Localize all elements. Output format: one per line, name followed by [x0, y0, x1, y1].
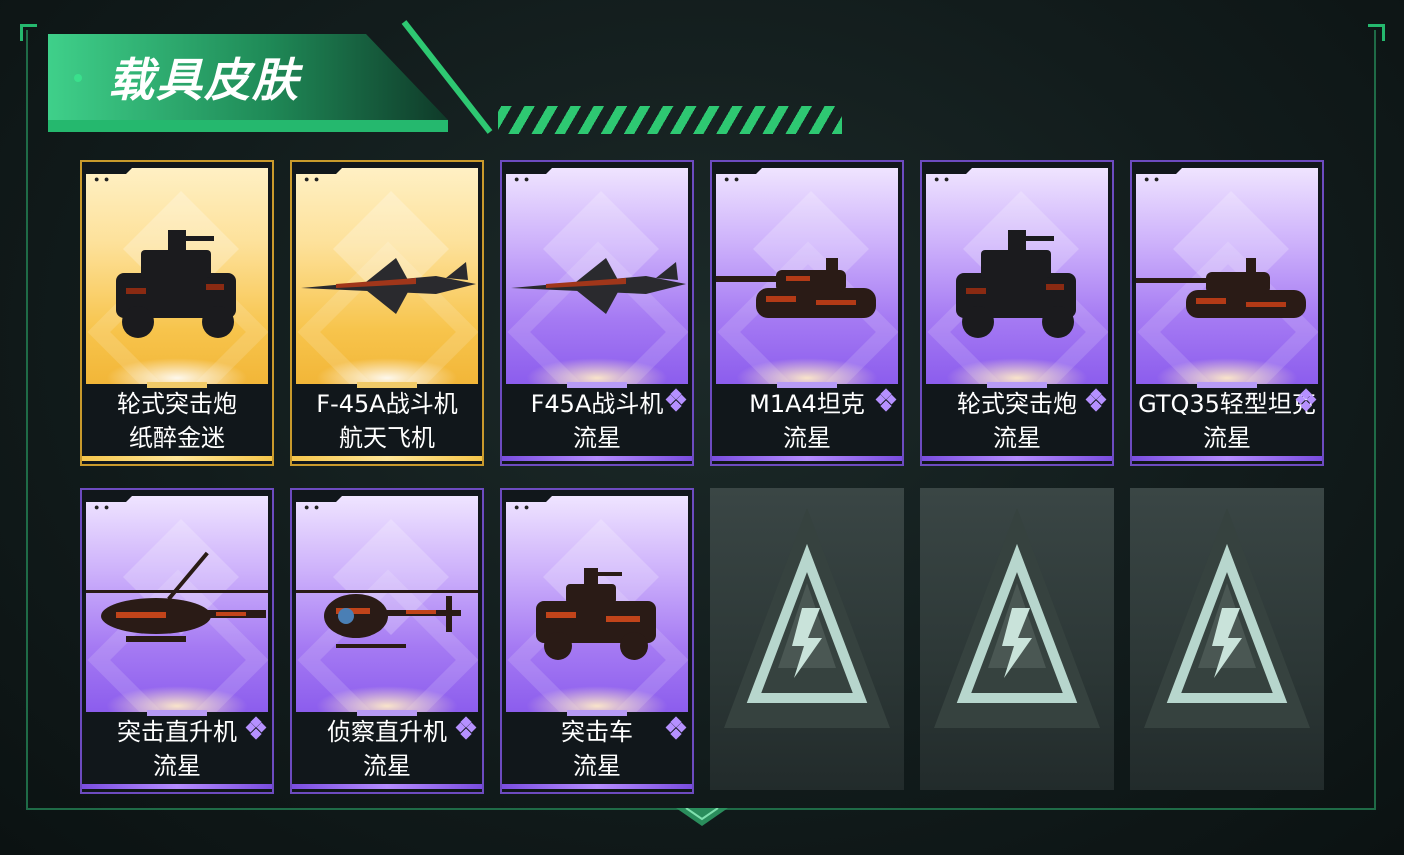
skin-name: 纸醉金迷 — [129, 424, 225, 452]
skin-name: 流星 — [153, 752, 201, 780]
card-dots-icon: ● ● — [94, 174, 111, 184]
rarity-diamond-icon — [875, 388, 897, 412]
card-art — [86, 496, 268, 712]
card-tab-decoration — [147, 382, 207, 388]
card-art — [296, 168, 478, 384]
card-art — [506, 168, 688, 384]
card-art — [926, 168, 1108, 384]
armored-car-icon — [116, 230, 236, 338]
rarity-bar — [82, 456, 272, 461]
rarity-diamond-icon — [665, 388, 687, 412]
card-tab-decoration — [1197, 382, 1257, 388]
card-dots-icon: ● ● — [934, 174, 951, 184]
rarity-bar — [502, 784, 692, 789]
vehicle-skin-card[interactable]: ● ● 轮式突击炮纸醉金迷 — [80, 160, 274, 466]
vehicle-skin-card[interactable]: ● ● 突击直升机 流星 — [80, 488, 274, 794]
card-art — [506, 496, 688, 712]
card-tab-decoration — [357, 382, 417, 388]
card-dots-icon: ● ● — [304, 502, 321, 512]
rarity-bar — [1132, 456, 1322, 461]
card-dots-icon: ● ● — [94, 502, 111, 512]
armored-car-icon — [956, 230, 1076, 338]
skin-name: 流星 — [1203, 424, 1251, 452]
vehicle-skin-card[interactable]: ● ● 突击车 流星 — [500, 488, 694, 794]
header-dot-icon — [74, 74, 82, 82]
rarity-bar — [922, 456, 1112, 461]
tank-icon — [716, 258, 876, 318]
card-tab-decoration — [987, 382, 1047, 388]
attack-helicopter-icon — [86, 551, 268, 642]
rarity-diamond-icon — [1085, 388, 1107, 412]
card-art — [86, 168, 268, 384]
card-dots-icon: ● ● — [724, 174, 741, 184]
rarity-bar — [292, 784, 482, 789]
frame-corner-top-right — [1368, 24, 1385, 41]
skin-name: 流星 — [573, 424, 621, 452]
card-dots-icon: ● ● — [514, 502, 531, 512]
card-tab-decoration — [777, 382, 837, 388]
frame-left-border — [26, 30, 28, 810]
skin-name: 流星 — [363, 752, 411, 780]
locked-emblem-icon — [934, 508, 1100, 728]
empty-slot — [710, 488, 904, 790]
vehicle-name: 轮式突击炮 — [117, 390, 237, 418]
card-art — [296, 496, 478, 712]
vehicle-skin-card[interactable]: ● ● F45A战斗机 流星 — [500, 160, 694, 466]
card-tab-decoration — [357, 710, 417, 716]
vehicle-name: F-45A战斗机 — [316, 390, 458, 418]
card-tab-decoration — [567, 710, 627, 716]
card-dots-icon: ● ● — [304, 174, 321, 184]
rarity-bar — [82, 784, 272, 789]
assault-vehicle-icon — [536, 568, 656, 660]
rarity-diamond-icon — [665, 716, 687, 740]
rarity-bar — [712, 456, 902, 461]
page-title: 载具皮肤 — [108, 53, 300, 107]
locked-emblem-icon — [1144, 508, 1310, 728]
empty-slot — [1130, 488, 1324, 790]
vehicle-skin-card[interactable]: ● ● GTQ35轻型坦克 流星 — [1130, 160, 1324, 466]
skin-name: 流星 — [993, 424, 1041, 452]
light-tank-icon — [1136, 258, 1306, 318]
vehicle-skin-card[interactable]: ● ● F-45A战斗机 航天飞机 — [290, 160, 484, 466]
empty-slot — [920, 488, 1114, 790]
card-tab-decoration — [147, 710, 207, 716]
rarity-diamond-icon — [1295, 388, 1317, 412]
card-art — [716, 168, 898, 384]
vehicle-skin-card[interactable]: ● ● M1A4坦克 流星 — [710, 160, 904, 466]
skin-name: 流星 — [783, 424, 831, 452]
locked-emblem-icon — [724, 508, 890, 728]
frame-corner-top-left — [20, 24, 37, 41]
skin-name: 流星 — [573, 752, 621, 780]
rarity-bar — [292, 456, 482, 461]
rarity-diamond-icon — [245, 716, 267, 740]
vehicle-skin-card[interactable]: ● ● 侦察直升机 流星 — [290, 488, 484, 794]
rarity-bar — [502, 456, 692, 461]
skin-name: 航天飞机 — [339, 424, 435, 452]
vehicle-skin-card[interactable]: ● ● 轮式突击炮 流星 — [920, 160, 1114, 466]
fighter-jet-icon — [301, 258, 476, 314]
rarity-diamond-icon — [455, 716, 477, 740]
card-dots-icon: ● ● — [1144, 174, 1161, 184]
bottom-chevron-icon — [676, 808, 728, 826]
frame-right-border — [1374, 30, 1376, 810]
card-dots-icon: ● ● — [514, 174, 531, 184]
card-art — [1136, 168, 1318, 384]
fighter-jet-icon — [511, 258, 686, 314]
card-tab-decoration — [567, 382, 627, 388]
scout-helicopter-icon — [296, 590, 478, 648]
header-slash-decoration — [401, 20, 493, 134]
header-stripes-decoration — [498, 106, 842, 134]
